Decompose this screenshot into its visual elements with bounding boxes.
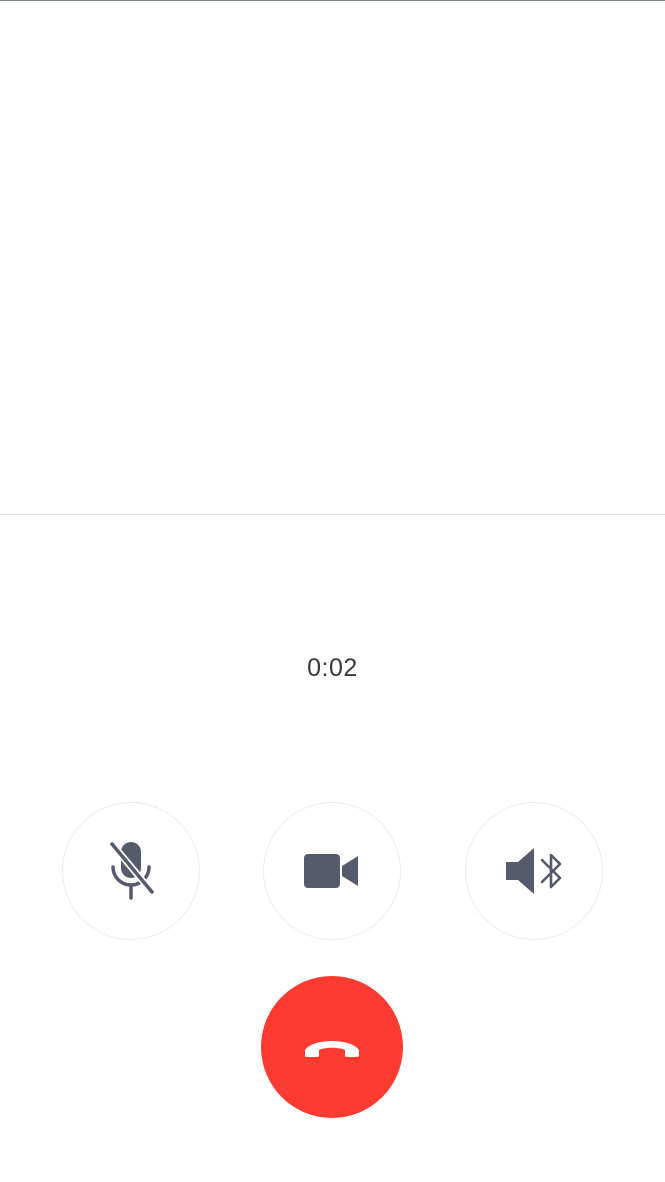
phone-hangup-icon bbox=[303, 1036, 361, 1058]
mute-button[interactable] bbox=[62, 802, 200, 940]
call-duration: 0:02 bbox=[307, 654, 358, 682]
section-divider bbox=[0, 514, 665, 515]
microphone-muted-icon bbox=[106, 840, 156, 902]
video-toggle-button[interactable] bbox=[263, 802, 401, 940]
speaker-bluetooth-icon bbox=[504, 845, 564, 897]
video-camera-icon bbox=[304, 853, 360, 889]
speaker-button[interactable] bbox=[465, 802, 603, 940]
video-preview-area bbox=[0, 1, 665, 514]
end-call-button[interactable] bbox=[261, 976, 403, 1118]
